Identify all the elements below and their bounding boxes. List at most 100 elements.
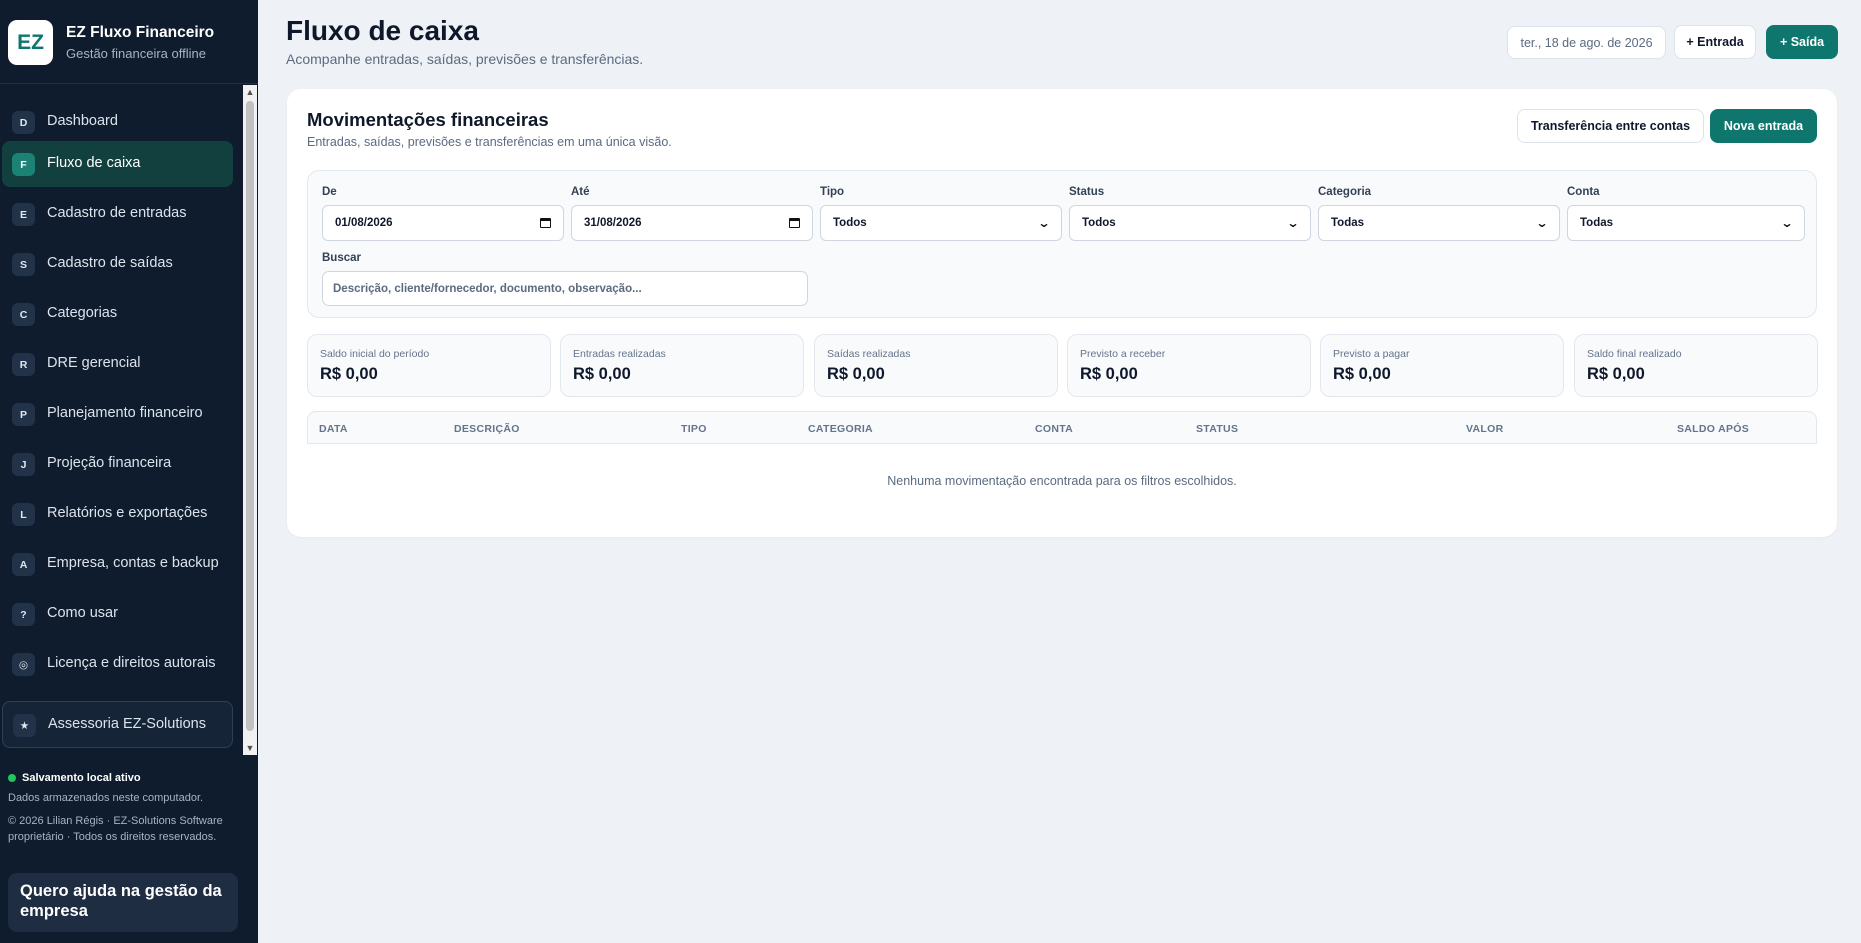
sidebar-item-label: Como usar (47, 605, 118, 621)
filter-conta-label: Conta (1567, 186, 1600, 198)
sidebar-item-badge: J (12, 453, 35, 476)
card-title: Movimentações financeiras (307, 109, 549, 130)
sidebar-item-badge: E (12, 203, 35, 226)
sidebar-item-empresa-contas-e-backup[interactable]: A Empresa, contas e backup (2, 541, 233, 587)
scroll-down-arrow-icon[interactable]: ▼ (243, 741, 257, 755)
sidebar-scrollbar[interactable]: ▲ ▼ (243, 85, 257, 755)
filter-status-select[interactable]: Todos ⌄ (1069, 205, 1311, 241)
brand-title: EZ Fluxo Financeiro (66, 24, 215, 41)
brand: EZ EZ Fluxo Financeiro Gestão financeira… (0, 0, 258, 84)
chevron-down-icon: ⌄ (1286, 216, 1300, 230)
filter-ate-value: 31/08/2026 (584, 217, 642, 229)
sidebar-item-badge: P (12, 403, 35, 426)
kpi-label: Entradas realizadas (573, 348, 666, 360)
transfer-between-accounts-button[interactable]: Transferência entre contas (1517, 109, 1704, 143)
kpi-saidas-realizadas: Saídas realizadas R$ 0,00 (814, 334, 1058, 397)
new-entry-button[interactable]: Nova entrada (1710, 109, 1817, 143)
filters-panel: De 01/08/2026 Até 31/08/2026 Tipo Todos … (307, 170, 1817, 318)
sidebar-item-label: Projeção financeira (47, 455, 172, 471)
search-input[interactable] (322, 271, 808, 306)
column-header-categoria[interactable]: CATEGORIA (808, 423, 873, 435)
page-subtitle: Acompanhe entradas, saídas, previsões e … (286, 51, 644, 67)
column-header-descricao[interactable]: DESCRIÇÃO (454, 423, 520, 435)
add-saida-button[interactable]: + Saída (1766, 25, 1838, 59)
kpi-previsto-a-pagar: Previsto a pagar R$ 0,00 (1320, 334, 1564, 397)
sidebar-item-label: Cadastro de entradas (47, 205, 187, 221)
filter-conta-value: Todas (1580, 217, 1614, 229)
filter-status-label: Status (1069, 186, 1105, 198)
filter-status-value: Todos (1082, 217, 1116, 229)
sidebar-item-badge: ? (12, 603, 35, 626)
column-header-tipo[interactable]: TIPO (681, 423, 707, 435)
sidebar-item-categorias[interactable]: C Categorias (2, 291, 233, 337)
brand-subtitle: Gestão financeira offline (66, 46, 206, 61)
column-header-conta[interactable]: CONTA (1035, 423, 1073, 435)
filter-ate-label: Até (571, 186, 590, 198)
kpi-value: R$ 0,00 (320, 365, 378, 383)
kpi-label: Previsto a pagar (1333, 348, 1410, 360)
column-header-status[interactable]: STATUS (1196, 423, 1238, 435)
sidebar-item-fluxo-de-caixa[interactable]: F Fluxo de caixa (2, 141, 233, 187)
copyright-text: © 2026 Lilian Régis · EZ-Solutions Softw… (8, 815, 223, 843)
kpi-value: R$ 0,00 (1333, 365, 1391, 383)
column-header-data[interactable]: DATA (319, 423, 348, 435)
scroll-up-arrow-icon[interactable]: ▲ (243, 85, 257, 99)
sidebar-item-planejamento-financeiro[interactable]: P Planejamento financeiro (2, 391, 233, 437)
kpi-value: R$ 0,00 (573, 365, 631, 383)
filter-ate-date-input[interactable]: 31/08/2026 (571, 205, 813, 241)
table-empty-message: Nenhuma movimentação encontrada para os … (887, 474, 1237, 488)
card-subtitle: Entradas, saídas, previsões e transferên… (307, 135, 672, 149)
brand-logo: EZ (8, 20, 53, 65)
kpi-value: R$ 0,00 (1080, 365, 1138, 383)
chevron-down-icon: ⌄ (1535, 216, 1549, 230)
chevron-down-icon: ⌄ (1037, 216, 1051, 230)
kpi-label: Saldo final realizado (1587, 348, 1682, 360)
sidebar-item-dre-gerencial[interactable]: R DRE gerencial (2, 341, 233, 387)
column-header-valor[interactable]: VALOR (1466, 423, 1503, 435)
current-date: ter., 18 de ago. de 2026 (1507, 26, 1666, 59)
filter-categoria-select[interactable]: Todas ⌄ (1318, 205, 1560, 241)
sidebar-item-badge: ★ (13, 714, 36, 737)
filter-conta-select[interactable]: Todas ⌄ (1567, 205, 1805, 241)
filter-de-label: De (322, 186, 337, 198)
movimentacoes-card: Movimentações financeiras Entradas, saíd… (287, 89, 1837, 537)
sidebar-item-label: Empresa, contas e backup (47, 555, 219, 571)
filter-tipo-value: Todos (833, 217, 867, 229)
add-entrada-button[interactable]: + Entrada (1674, 25, 1756, 59)
save-status-description: Dados armazenados neste computador. (8, 792, 204, 804)
filter-tipo-label: Tipo (820, 186, 845, 198)
kpi-label: Saldo inicial do período (320, 348, 430, 360)
sidebar-item-badge: ◎ (12, 653, 35, 676)
sidebar-item-projecao-financeira[interactable]: J Projeção financeira (2, 441, 233, 487)
filter-categoria-label: Categoria (1318, 186, 1372, 198)
save-status-label: Salvamento local ativo (22, 772, 141, 784)
sidebar-item-relatorios-e-exportacoes[interactable]: L Relatórios e exportações (2, 491, 233, 537)
sidebar-item-cadastro-de-saidas[interactable]: S Cadastro de saídas (2, 241, 233, 287)
sidebar-item-label: Cadastro de saídas (47, 255, 173, 271)
sidebar-nav: D Dashboard F Fluxo de caixa E Cadastro … (0, 85, 240, 755)
filter-de-date-input[interactable]: 01/08/2026 (322, 205, 564, 241)
sidebar-item-assessoria-ez-solutions[interactable]: ★ Assessoria EZ-Solutions (2, 701, 233, 748)
sidebar-item-badge: F (12, 153, 35, 176)
kpi-previsto-a-receber: Previsto a receber R$ 0,00 (1067, 334, 1311, 397)
sidebar-item-badge: S (12, 253, 35, 276)
calendar-icon[interactable] (540, 218, 551, 228)
status-dot-icon (8, 774, 16, 782)
sidebar-item-dashboard[interactable]: D Dashboard (2, 99, 233, 145)
sidebar-item-licenca-e-direitos-autorais[interactable]: ◎ Licença e direitos autorais (2, 641, 233, 687)
filter-tipo-select[interactable]: Todos ⌄ (820, 205, 1062, 241)
column-header-saldo-apos[interactable]: SALDO APÓS (1677, 423, 1749, 435)
sidebar-item-como-usar[interactable]: ? Como usar (2, 591, 233, 637)
sidebar-item-label: Categorias (47, 305, 118, 321)
table-header: DATA DESCRIÇÃO TIPO CATEGORIA CONTA STAT… (307, 411, 1817, 444)
sidebar-item-cadastro-de-entradas[interactable]: E Cadastro de entradas (2, 191, 233, 237)
kpi-label: Saídas realizadas (827, 348, 911, 360)
help-card-button[interactable]: Quero ajuda na gestão da empresa (8, 873, 238, 932)
sidebar-item-label: Licença e direitos autorais (47, 655, 216, 671)
scroll-thumb[interactable] (246, 101, 254, 731)
filter-de-value: 01/08/2026 (335, 217, 393, 229)
kpi-saldo-final-realizado: Saldo final realizado R$ 0,00 (1574, 334, 1818, 397)
sidebar-item-label: DRE gerencial (47, 355, 141, 371)
calendar-icon[interactable] (789, 218, 800, 228)
sidebar-item-label: Planejamento financeiro (47, 405, 203, 421)
